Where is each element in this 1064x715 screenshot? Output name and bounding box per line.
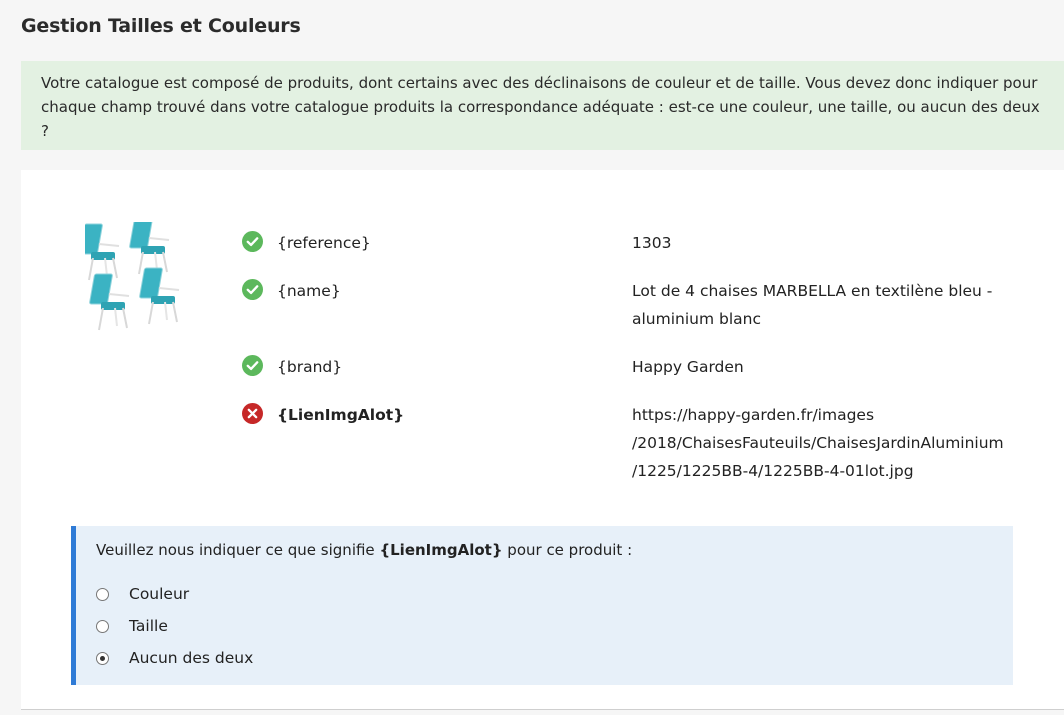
check-circle-icon bbox=[242, 355, 263, 376]
question-prefix: Veuillez nous indiquer ce que signifie bbox=[96, 541, 380, 559]
radio-couleur[interactable] bbox=[96, 587, 109, 601]
option-label: Taille bbox=[129, 617, 168, 635]
option-couleur[interactable]: Couleur bbox=[96, 581, 189, 607]
error-circle-icon bbox=[242, 403, 263, 424]
question-suffix: pour ce produit : bbox=[502, 541, 633, 559]
option-label: Aucun des deux bbox=[129, 649, 254, 667]
field-key: {reference} bbox=[277, 234, 371, 252]
field-value: Lot de 4 chaises MARBELLA en textilène b… bbox=[632, 282, 993, 328]
check-circle-icon bbox=[242, 231, 263, 252]
product-card: {reference} 1303 {name} Lot de 4 chaises… bbox=[21, 170, 1064, 710]
info-banner: Votre catalogue est composé de produits,… bbox=[21, 61, 1064, 150]
check-circle-icon bbox=[242, 279, 263, 300]
question-field: {LienImgAlot} bbox=[379, 541, 503, 559]
radio-taille[interactable] bbox=[96, 619, 109, 633]
field-key: {LienImgAlot} bbox=[277, 406, 405, 424]
field-key: {name} bbox=[277, 282, 341, 300]
field-key: {brand} bbox=[277, 358, 343, 376]
page-title: Gestion Tailles et Couleurs bbox=[21, 15, 301, 37]
radio-aucun[interactable] bbox=[96, 651, 109, 665]
question-box: Veuillez nous indiquer ce que signifie {… bbox=[71, 526, 1013, 685]
product-image bbox=[85, 222, 180, 331]
field-value: 1303 bbox=[632, 234, 672, 252]
field-value: https://happy-garden.fr/images /2018/Cha… bbox=[632, 406, 1004, 480]
option-taille[interactable]: Taille bbox=[96, 613, 168, 639]
field-value: Happy Garden bbox=[632, 358, 744, 376]
option-aucun[interactable]: Aucun des deux bbox=[96, 645, 253, 671]
option-label: Couleur bbox=[129, 585, 190, 603]
question-text: Veuillez nous indiquer ce que signifie {… bbox=[96, 536, 632, 564]
